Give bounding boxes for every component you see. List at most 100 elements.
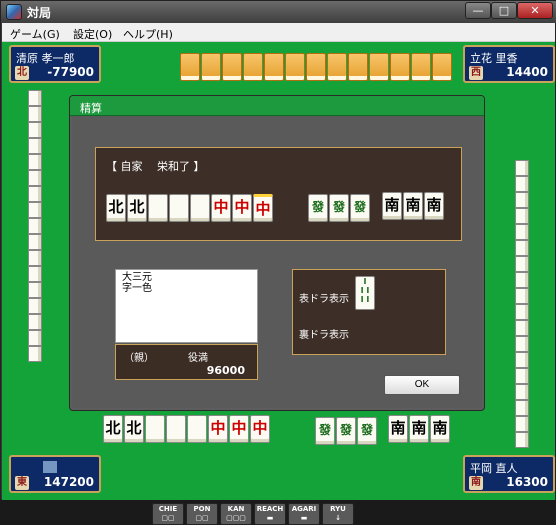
agari-button[interactable]: AGARI ▬	[288, 503, 320, 525]
blurred-avatar	[43, 461, 57, 473]
side-tile	[28, 154, 42, 170]
hand-tile[interactable]	[187, 415, 207, 443]
winning-tile: 中	[232, 194, 252, 222]
menu-bar: ゲーム(G) 設定(O) ヘルプ(H)	[2, 23, 555, 42]
meld-tile: 南	[388, 415, 408, 443]
window-title: 対局	[27, 6, 52, 20]
kan-button[interactable]: KAN ▢▢▢	[220, 503, 252, 525]
side-tile	[28, 250, 42, 266]
seat-wind: 北	[15, 66, 29, 80]
menu-settings[interactable]: 設定(O)	[73, 26, 112, 42]
side-tile	[515, 272, 529, 288]
side-tile	[515, 336, 529, 352]
side-tile	[28, 346, 42, 362]
tile-back	[222, 53, 242, 81]
winning-tile: 北	[106, 194, 126, 222]
side-tile	[28, 330, 42, 346]
side-tile	[28, 186, 42, 202]
side-tile	[28, 282, 42, 298]
maximize-button[interactable]: □	[491, 2, 517, 19]
dialog-title-bar[interactable]: 精算	[70, 96, 484, 116]
yaku-item: 字一色	[122, 283, 152, 294]
player-score: 147200	[43, 475, 94, 489]
tile-back	[411, 53, 431, 81]
dora-panel: 表ドラ表示 II II I 裏ドラ表示	[292, 269, 446, 355]
meld-tile: 發	[336, 417, 356, 445]
side-tile	[515, 320, 529, 336]
close-button[interactable]: ✕	[517, 2, 553, 19]
side-tile	[515, 432, 529, 448]
tile-back	[432, 53, 452, 81]
dialog-title: 精算	[80, 102, 102, 115]
pon-button[interactable]: PON ▢▢	[186, 503, 218, 525]
seat-wind: 南	[469, 476, 483, 490]
hand-tile[interactable]: 中	[250, 415, 270, 443]
winning-tile	[169, 194, 189, 222]
yaku-item: 大三元	[122, 272, 152, 283]
side-tile	[28, 90, 42, 106]
title-bar[interactable]: 対局 — □ ✕	[1, 1, 556, 23]
yaku-list: 大三元 字一色	[115, 269, 258, 343]
winning-tile	[190, 194, 210, 222]
side-tile	[515, 160, 529, 176]
tile-back	[243, 53, 263, 81]
seat-wind: 西	[469, 66, 483, 80]
side-tile	[515, 368, 529, 384]
winning-tile-agari: 中	[253, 194, 273, 222]
minimize-button[interactable]: —	[465, 2, 491, 19]
player-box-bottom-left: 東 147200	[9, 455, 101, 493]
side-tile	[28, 202, 42, 218]
meld-tile: 南	[424, 192, 444, 220]
player-box-top-left: 清原 孝一郎 北 -77900	[9, 45, 101, 83]
player-score: 14400	[506, 65, 548, 79]
meld-tile: 發	[350, 194, 370, 222]
winning-tile	[148, 194, 168, 222]
reach-button[interactable]: REACH ▬	[254, 503, 286, 525]
side-tile	[515, 192, 529, 208]
side-tile	[515, 352, 529, 368]
meld-tile: 發	[357, 417, 377, 445]
hand-tile[interactable]: 中	[229, 415, 249, 443]
dora-indicator-tile: II II I	[355, 276, 375, 310]
winning-hand-panel: 【 自家 栄和了 】 北 北 中 中 中 發 發 發 南 南 南	[95, 147, 462, 241]
meld-tile: 南	[430, 415, 450, 443]
hand-tile[interactable]: 北	[103, 415, 123, 443]
seat-wind: 東	[15, 476, 29, 490]
hand-tile[interactable]	[166, 415, 186, 443]
side-tile	[515, 304, 529, 320]
winning-tile: 北	[127, 194, 147, 222]
player-name: 清原 孝一郎	[16, 52, 75, 65]
meld-tile: 南	[382, 192, 402, 220]
chi-button[interactable]: CHIE ▢▢	[152, 503, 184, 525]
side-tile	[28, 218, 42, 234]
hand-tile[interactable]: 北	[124, 415, 144, 443]
app-window: 対局 — □ ✕ ゲーム(G) 設定(O) ヘルプ(H) 清原 孝一郎 北 -7…	[0, 0, 556, 525]
tile-back	[348, 53, 368, 81]
dealer-label: （親）	[124, 353, 154, 364]
ura-dora-label: 裏ドラ表示	[299, 330, 349, 341]
player-name: 平岡 直人	[470, 462, 518, 475]
tile-back	[201, 53, 221, 81]
meld-tile: 發	[315, 417, 335, 445]
hand-tile[interactable]: 中	[208, 415, 228, 443]
menu-help[interactable]: ヘルプ(H)	[123, 26, 173, 42]
points-value: 96000	[206, 364, 245, 377]
side-tile	[515, 288, 529, 304]
player-box-top-right: 立花 里香 西 14400	[463, 45, 555, 83]
side-tile	[28, 106, 42, 122]
player-name: 立花 里香	[470, 52, 518, 65]
tile-back	[285, 53, 305, 81]
side-tile	[515, 208, 529, 224]
tile-back	[180, 53, 200, 81]
side-tile	[28, 234, 42, 250]
ryu-button[interactable]: RYU ↓	[322, 503, 354, 525]
meld-tile: 發	[329, 194, 349, 222]
menu-game[interactable]: ゲーム(G)	[10, 26, 60, 42]
app-icon	[6, 4, 22, 20]
side-tile	[515, 384, 529, 400]
limit-label: 役満	[188, 353, 208, 364]
side-tile	[515, 400, 529, 416]
hand-tile[interactable]	[145, 415, 165, 443]
ok-button[interactable]: OK	[384, 375, 460, 395]
side-tile	[515, 240, 529, 256]
